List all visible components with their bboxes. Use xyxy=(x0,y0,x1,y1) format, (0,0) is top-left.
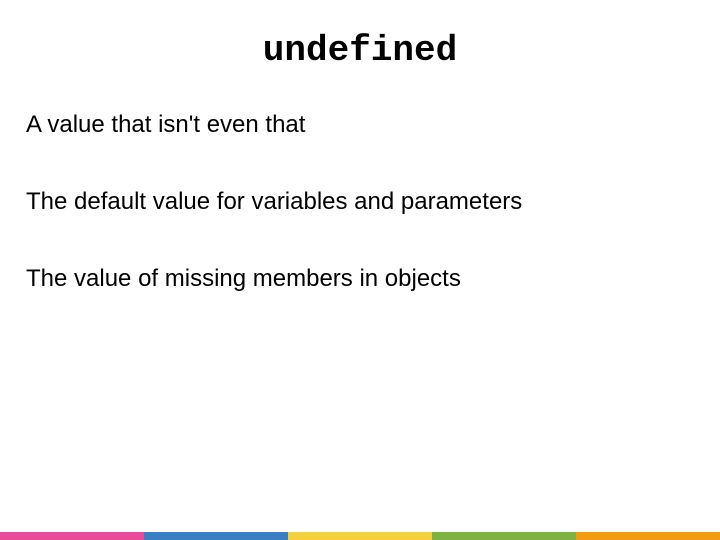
color-segment-yellow xyxy=(288,532,432,540)
footer-color-bar xyxy=(0,532,720,540)
color-segment-blue xyxy=(144,532,288,540)
slide-content: A value that isn't even that The default… xyxy=(0,109,720,295)
slide-container: undefined A value that isn't even that T… xyxy=(0,0,720,540)
bullet-point: A value that isn't even that xyxy=(26,109,690,140)
slide-title: undefined xyxy=(0,0,720,91)
color-segment-orange xyxy=(576,532,720,540)
color-segment-pink xyxy=(0,532,144,540)
bullet-point: The value of missing members in objects xyxy=(26,263,690,294)
color-segment-green xyxy=(432,532,576,540)
bullet-point: The default value for variables and para… xyxy=(26,186,690,217)
